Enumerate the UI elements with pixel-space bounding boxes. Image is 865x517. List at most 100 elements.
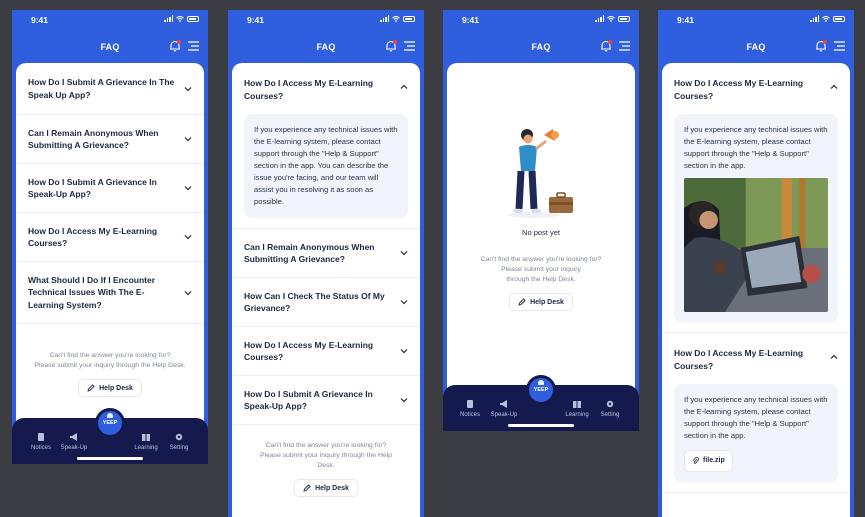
book-icon [573, 401, 581, 408]
chevron-up-icon [400, 84, 408, 89]
faq-question: How Do I Submit A Grievance In Speak-Up … [244, 388, 373, 412]
faq-answer-text: If you experience any technical issues w… [684, 395, 828, 440]
faq-item[interactable]: How Can I Check The Status Of My Grievan… [232, 278, 420, 327]
tab-setting[interactable]: Setting [162, 432, 196, 451]
menu-icon[interactable] [403, 41, 416, 51]
chevron-up-icon [830, 84, 838, 89]
wifi-icon [822, 15, 830, 22]
faq-item-expanded[interactable]: How Do I Access My E-Learning Courses? I… [662, 333, 850, 493]
wifi-icon [392, 15, 400, 22]
help-desk-button[interactable]: Help Desk [78, 379, 142, 397]
help-text: Can't find the answer you're looking for… [265, 442, 387, 449]
faq-item[interactable]: How Do I Submit A Grievance In Speak-Up … [16, 164, 204, 213]
home-indicator [508, 424, 574, 427]
wifi-icon [607, 15, 615, 22]
help-desk-button[interactable]: Help Desk [509, 293, 573, 311]
faq-question: How Do I Access My E-Learning Courses? [244, 78, 374, 101]
faq-question: How Do I Access My E-Learning Courses? [244, 339, 374, 363]
wifi-icon [176, 15, 184, 22]
tab-label: Notices [30, 445, 51, 451]
notification-bell-icon[interactable] [384, 39, 398, 53]
bottom-tab-bar: Notices Speak-Up YEEP Learning Setting [12, 408, 208, 464]
menu-icon[interactable] [187, 41, 200, 51]
notices-icon [38, 433, 44, 441]
tab-notices[interactable]: Notices [24, 432, 58, 451]
signal-icon [380, 15, 389, 22]
chevron-down-icon [184, 235, 192, 240]
status-time: 9:41 [31, 15, 49, 25]
help-area: Can't find the answer you're looking for… [232, 441, 420, 497]
faq-answer-text: If you experience any technical issues w… [684, 125, 828, 170]
phone-screen-faq-attachments: 9:41 FAQ How Do I Access My E-Learning C… [658, 10, 854, 517]
tab-learning[interactable]: Learning [129, 432, 163, 451]
help-text: Please submit your inquiry through the H… [260, 452, 392, 459]
faq-item[interactable]: How Do I Access My E-Learning Courses? [232, 327, 420, 376]
chevron-down-icon [400, 251, 408, 256]
faq-item[interactable]: What Should I Do If I Encounter Technica… [16, 262, 204, 324]
faq-card: How Do I Access My E-Learning Courses? I… [662, 63, 850, 517]
megaphone-icon [70, 433, 77, 441]
help-text: Can't find the answer you're looking for… [480, 256, 602, 263]
help-desk-label: Help Desk [530, 298, 564, 306]
faq-question: How Do I Submit A Grievance In The Speak… [28, 77, 175, 100]
faq-answer: If you experience any technical issues w… [674, 114, 838, 322]
status-time: 9:41 [462, 15, 480, 25]
faq-card: How Do I Submit A Grievance In The Speak… [16, 63, 204, 464]
status-bar: 9:41 [658, 10, 854, 30]
battery-icon [187, 15, 199, 22]
edit-icon [303, 484, 311, 492]
menu-icon[interactable] [618, 41, 631, 51]
tab-learning[interactable]: Learning [560, 399, 594, 418]
tab-setting[interactable]: Setting [593, 399, 627, 418]
faq-item-expanded[interactable]: How Do I Access My E-Learning Courses? I… [662, 63, 850, 333]
faq-item[interactable]: Can I Remain Anonymous When Submitting A… [16, 115, 204, 164]
help-text: through the Help Desk. [506, 276, 576, 283]
edit-icon [87, 384, 95, 392]
app-header: FAQ [658, 36, 854, 58]
status-time: 9:41 [247, 15, 265, 25]
faq-item[interactable]: Can I Remain Anonymous When Submitting A… [232, 229, 420, 278]
file-attachment[interactable]: file.zip [684, 450, 733, 472]
phone-screen-faq-list: 9:41 FAQ How Do I Submit A Grievance In … [12, 10, 208, 464]
answer-photo[interactable] [684, 178, 828, 312]
faq-question: Can I Remain Anonymous When Submitting A… [28, 127, 159, 151]
faq-item[interactable]: How Do I Submit A Grievance In Speak-Up … [232, 376, 420, 425]
status-bar: 9:41 [12, 10, 208, 30]
status-bar: 9:41 [228, 10, 424, 30]
notification-bell-icon[interactable] [599, 39, 613, 53]
faq-item-expanded[interactable]: How Do I Access My E-Learning Courses? I… [232, 63, 420, 229]
faq-item[interactable]: How Do I Access My E-Learning Courses? [16, 213, 204, 262]
empty-state-illustration [508, 129, 573, 218]
status-bar: 9:41 [443, 10, 639, 30]
tab-speakup[interactable]: Speak-Up [57, 432, 91, 451]
tab-label: Learning [565, 412, 589, 418]
chevron-down-icon [184, 186, 192, 191]
signal-icon [595, 15, 604, 22]
yeep-center-button[interactable]: YEEP [95, 408, 125, 438]
tab-notices[interactable]: Notices [453, 399, 487, 418]
menu-icon[interactable] [833, 41, 846, 51]
app-header: FAQ [228, 36, 424, 58]
notification-bell-icon[interactable] [814, 39, 828, 53]
signal-icon [810, 15, 819, 22]
chevron-down-icon [184, 137, 192, 142]
phone-screen-empty-state: 9:41 FAQ No post yet Can't find the answ… [443, 10, 639, 431]
book-icon [142, 434, 150, 441]
faq-question: How Do I Access My E-Learning Courses? [674, 78, 804, 101]
app-header: FAQ [443, 36, 639, 58]
help-desk-button[interactable]: Help Desk [294, 479, 358, 497]
battery-icon [403, 15, 415, 22]
faq-item[interactable]: How Do I Submit A Grievance In The Speak… [16, 63, 204, 115]
yeep-center-button[interactable]: YEEP [526, 375, 556, 405]
notices-icon [467, 400, 473, 408]
help-area: Can't find the answer you're looking for… [447, 255, 635, 311]
status-icons [164, 15, 199, 22]
tab-speakup[interactable]: Speak-Up [487, 399, 521, 418]
faq-answer: If you experience any technical issues w… [674, 384, 838, 482]
help-text: Can't find the answer you're looking for… [49, 352, 171, 359]
chevron-up-icon [830, 354, 838, 359]
faq-question: Can I Remain Anonymous When Submitting A… [244, 241, 375, 265]
notification-bell-icon[interactable] [168, 39, 182, 53]
help-text: Please submit your inquiry through the H… [34, 362, 186, 369]
help-desk-label: Help Desk [99, 384, 133, 392]
